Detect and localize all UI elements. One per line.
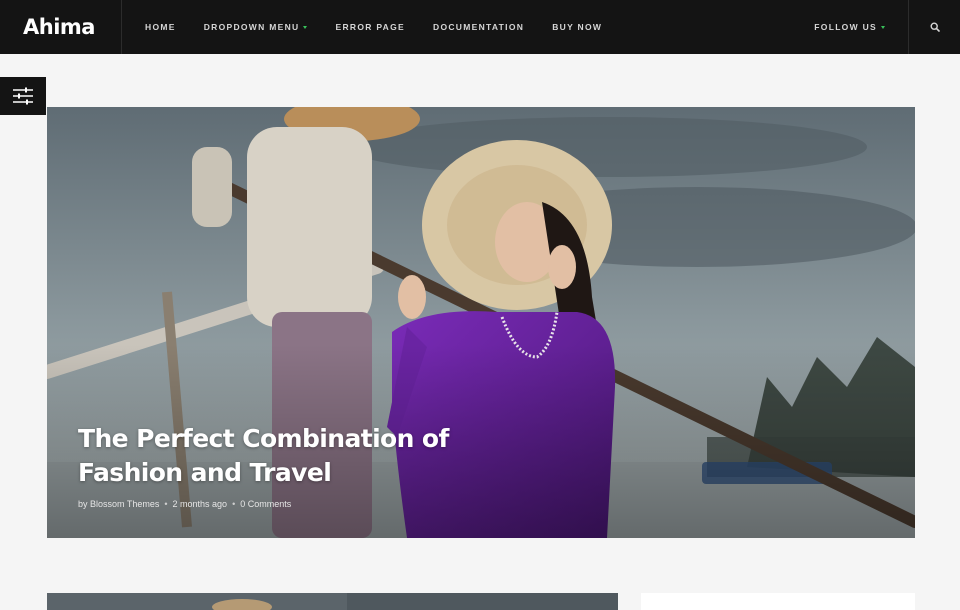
- search-button[interactable]: [908, 0, 960, 54]
- post-thumbnail: [47, 593, 618, 610]
- hero-post-meta: by Blossom Themes • 2 months ago • 0 Com…: [78, 499, 291, 509]
- post-author[interactable]: by Blossom Themes: [78, 499, 159, 509]
- nav-item-label: DOCUMENTATION: [433, 22, 525, 32]
- caret-down-icon: [881, 25, 885, 29]
- site-header: Ahima HOME DROPDOWN MENU ERROR PAGE DOCU…: [0, 0, 960, 54]
- nav-item-error-page[interactable]: ERROR PAGE: [335, 22, 405, 32]
- follow-us-menu[interactable]: FOLLOW US: [814, 0, 908, 54]
- hero-post-title[interactable]: The Perfect Combination of Fashion and T…: [78, 422, 498, 490]
- post-card-image[interactable]: [47, 593, 618, 610]
- meta-separator: •: [164, 499, 168, 509]
- search-icon: [929, 22, 940, 32]
- nav-item-documentation[interactable]: DOCUMENTATION: [433, 22, 524, 32]
- header-spacer: [630, 0, 814, 54]
- featured-post-hero[interactable]: The Perfect Combination of Fashion and T…: [47, 107, 915, 538]
- nav-item-home[interactable]: HOME: [145, 22, 176, 32]
- nav-item-label: BUY NOW: [552, 22, 603, 32]
- post-comments[interactable]: 0 Comments: [240, 499, 291, 509]
- follow-us-label: FOLLOW US: [814, 22, 877, 32]
- nav-item-label: ERROR PAGE: [335, 22, 405, 32]
- sidebar-toggle-button[interactable]: [0, 77, 46, 115]
- nav-item-dropdown-menu[interactable]: DROPDOWN MENU: [204, 22, 308, 32]
- sliders-icon: [13, 87, 33, 105]
- nav-item-label: DROPDOWN MENU: [203, 22, 300, 32]
- nav-item-buy-now[interactable]: BUY NOW: [552, 22, 602, 32]
- main-nav: HOME DROPDOWN MENU ERROR PAGE DOCUMENTAT…: [122, 0, 630, 54]
- nav-item-label: HOME: [145, 22, 176, 32]
- site-logo[interactable]: Ahima: [0, 0, 122, 54]
- post-date[interactable]: 2 months ago: [173, 499, 228, 509]
- caret-down-icon: [303, 25, 308, 29]
- meta-separator: •: [232, 499, 236, 509]
- sidebar-widget: [641, 593, 915, 610]
